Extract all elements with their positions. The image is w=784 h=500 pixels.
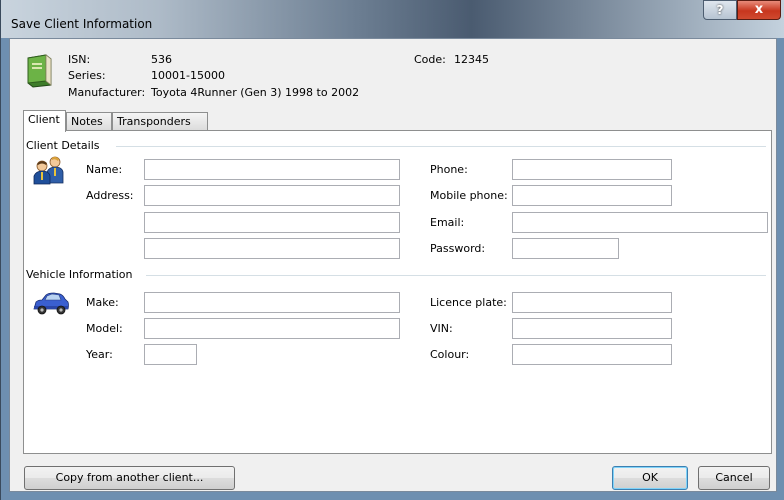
model-field[interactable] [144,318,400,339]
tab-client-label: Client [28,113,60,126]
name-field[interactable] [144,159,400,180]
manufacturer-label: Manufacturer: [68,86,146,99]
colour-field[interactable] [512,344,672,365]
password-field[interactable] [512,238,619,259]
make-label: Make: [86,296,119,309]
name-label: Name: [86,163,123,176]
dialog-window: Save Client Information ? x ISN: 536 Ser… [0,0,784,500]
vin-label: VIN: [430,322,453,335]
address-line1-field[interactable] [144,185,400,206]
address-line2-field[interactable] [144,212,400,233]
model-label: Model: [86,322,123,335]
make-field[interactable] [144,292,400,313]
client-tab-panel: Client Details Name: Address: Phone: Mob… [23,130,772,454]
dialog-body: ISN: 536 Series: 10001-15000 Manufacture… [9,38,777,492]
ok-button[interactable]: OK [612,466,688,490]
tab-client[interactable]: Client [23,110,66,132]
cancel-button[interactable]: Cancel [698,466,770,490]
client-details-title: Client Details [26,139,106,152]
code-label: Code: [414,53,446,66]
year-label: Year: [86,348,113,361]
isn-label: ISN: [68,53,91,66]
licence-plate-field[interactable] [512,292,672,313]
email-label: Email: [430,216,465,229]
phone-label: Phone: [430,163,468,176]
green-book-icon [27,54,52,88]
year-field[interactable] [144,344,197,365]
colour-label: Colour: [430,348,470,361]
tab-transponders[interactable]: Transponders [112,112,208,130]
tab-notes-label: Notes [71,115,103,128]
copy-from-client-button[interactable]: Copy from another client... [24,466,235,490]
client-details-divider [116,146,766,147]
close-button[interactable]: x [737,0,781,20]
licence-plate-label: Licence plate: [430,296,507,309]
tab-transponders-label: Transponders [117,115,191,128]
mobile-phone-label: Mobile phone: [430,189,508,202]
address-label: Address: [86,189,134,202]
series-label: Series: [68,69,106,82]
tab-notes[interactable]: Notes [66,112,112,130]
help-button[interactable]: ? [703,0,737,20]
manufacturer-value: Toyota 4Runner (Gen 3) 1998 to 2002 [151,86,360,99]
window-title: Save Client Information [11,17,153,31]
password-label: Password: [430,242,486,255]
series-value: 10001-15000 [151,69,225,82]
vehicle-info-divider [146,275,766,276]
mobile-phone-field[interactable] [512,185,672,206]
code-value: 12345 [454,53,489,66]
email-field[interactable] [512,212,768,233]
people-icon [33,156,64,185]
address-line3-field[interactable] [144,238,400,259]
vin-field[interactable] [512,318,672,339]
isn-value: 536 [151,53,172,66]
vehicle-info-title: Vehicle Information [26,268,139,281]
title-bar[interactable]: Save Client Information ? x [1,0,784,38]
car-icon [33,292,69,315]
phone-field[interactable] [512,159,672,180]
